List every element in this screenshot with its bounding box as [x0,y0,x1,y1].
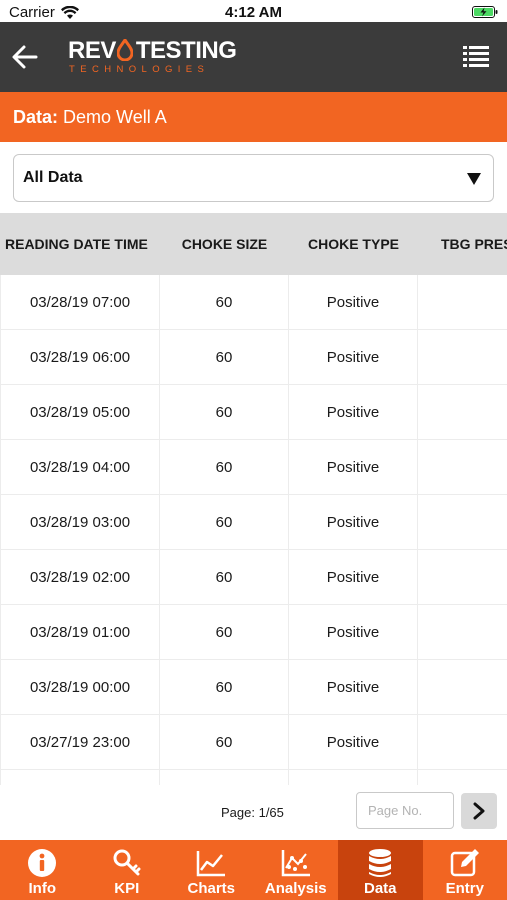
table-row[interactable]: 03/28/19 03:00 60 Positive [0,495,507,550]
line-chart-icon [197,851,226,877]
well-name: Demo Well A [63,107,167,127]
tab-info[interactable]: Info [0,840,85,900]
cell-reading-date-time: 03/28/19 00:00 [0,660,160,714]
cell-choke-type: Positive [289,605,418,659]
cell-tbg-pres [418,605,507,659]
database-icon [369,849,392,877]
table-row[interactable]: 03/27/19 23:00 60 Positive [0,715,507,770]
cell-choke-type: Positive [289,715,418,769]
cell-choke-type: Positive [289,385,418,439]
cell-reading-date-time [0,770,160,785]
data-label: Data: [13,107,59,127]
cell-tbg-pres [418,385,507,439]
cell-choke-size: 60 [160,385,289,439]
tab-entry[interactable]: Entry [423,840,507,900]
table-row[interactable]: 03/28/19 04:00 60 Positive [0,440,507,495]
column-header-choke-size[interactable]: CHOKE SIZE [160,213,289,275]
cell-choke-size: 60 [160,440,289,494]
cell-choke-type: Positive [289,495,418,549]
cell-choke-size: 60 [160,550,289,604]
tab-label-data: Data [363,880,397,897]
tab-analysis[interactable]: Analysis [254,840,339,900]
app-header: REV TESTING TECHNOLOGIES [0,22,507,92]
logo-subtitle: TECHNOLOGIES [69,64,210,75]
list-menu-icon[interactable] [463,44,489,70]
key-icon [113,849,141,876]
table-row[interactable]: 03/28/19 05:00 60 Positive [0,385,507,440]
cell-tbg-pres [418,330,507,384]
cell-tbg-pres [418,550,507,604]
cell-tbg-pres [418,495,507,549]
cell-reading-date-time: 03/28/19 06:00 [0,330,160,384]
cell-choke-size: 60 [160,275,289,329]
cell-choke-size [160,770,289,785]
table-body: 03/28/19 07:00 60 Positive 03/28/19 06:0… [0,275,507,785]
data-well-bar: Data: Demo Well A [0,92,507,142]
cell-tbg-pres [418,275,507,329]
column-header-choke-type[interactable]: CHOKE TYPE [289,213,418,275]
cell-choke-type: Positive [289,440,418,494]
data-filter-value: All Data [23,169,83,186]
revo-testing-logo: REV TESTING TECHNOLOGIES [68,37,237,78]
table-header: READING DATE TIME CHOKE SIZE CHOKE TYPE … [0,213,507,275]
cell-reading-date-time: 03/28/19 03:00 [0,495,160,549]
cell-choke-type: Positive [289,550,418,604]
table-row[interactable]: 03/28/19 01:00 60 Positive [0,605,507,660]
cell-reading-date-time: 03/28/19 07:00 [0,275,160,329]
tab-data[interactable]: Data [338,840,423,900]
caret-down-icon [467,173,481,185]
cell-choke-type [289,770,418,785]
cell-reading-date-time: 03/28/19 02:00 [0,550,160,604]
cell-reading-date-time: 03/28/19 04:00 [0,440,160,494]
logo-brand-right: TESTING [135,37,237,64]
status-bar: Carrier 4:12 AM [0,0,507,22]
edit-icon [450,849,479,877]
cell-choke-size: 60 [160,715,289,769]
data-filter-dropdown[interactable]: All Data [13,154,494,202]
cell-tbg-pres [418,715,507,769]
back-arrow-icon[interactable] [10,42,40,72]
cell-choke-type: Positive [289,660,418,714]
cell-choke-size: 60 [160,605,289,659]
tab-charts[interactable]: Charts [169,840,254,900]
table-row[interactable]: 03/28/19 06:00 60 Positive [0,330,507,385]
column-header-reading-date-time[interactable]: READING DATE TIME [0,213,160,275]
tab-label-info: Info [28,880,57,897]
scatter-analysis-icon [281,850,310,877]
cell-choke-type: Positive [289,275,418,329]
page-indicator: Page: 1/65 [221,805,284,820]
table-row-partial[interactable] [0,770,507,785]
chevron-right-icon [473,802,485,820]
tab-kpi[interactable]: KPI [85,840,170,900]
pagination-bar: Page: 1/65 [0,785,507,840]
tab-label-kpi: KPI [114,880,140,897]
cell-choke-type: Positive [289,330,418,384]
next-page-button[interactable] [461,793,497,829]
cell-tbg-pres [418,660,507,714]
data-table[interactable]: READING DATE TIME CHOKE SIZE CHOKE TYPE … [0,213,507,785]
logo-brand: REV TESTING [68,37,237,64]
table-row[interactable]: 03/28/19 07:00 60 Positive [0,275,507,330]
cell-reading-date-time: 03/28/19 01:00 [0,605,160,659]
tab-label-analysis: Analysis [264,880,327,897]
page-number-input[interactable] [356,792,454,829]
cell-choke-size: 60 [160,330,289,384]
cell-choke-size: 60 [160,660,289,714]
cell-reading-date-time: 03/27/19 23:00 [0,715,160,769]
tab-label-entry: Entry [445,880,484,897]
cell-choke-size: 60 [160,495,289,549]
battery-charging-icon [472,6,498,18]
info-icon [28,849,57,877]
bottom-tab-bar: Info KPI Charts Analysis Data Entry [0,840,507,900]
column-header-tbg-pres[interactable]: TBG PRES [418,213,507,275]
cell-tbg-pres [418,770,507,785]
cell-tbg-pres [418,440,507,494]
status-time: 4:12 AM [225,4,282,21]
table-row[interactable]: 03/28/19 00:00 60 Positive [0,660,507,715]
logo-brand-left: REV [68,37,116,64]
tab-label-charts: Charts [187,880,235,897]
table-row[interactable]: 03/28/19 02:00 60 Positive [0,550,507,605]
logo-flame-o-icon [116,37,134,62]
cell-reading-date-time: 03/28/19 05:00 [0,385,160,439]
